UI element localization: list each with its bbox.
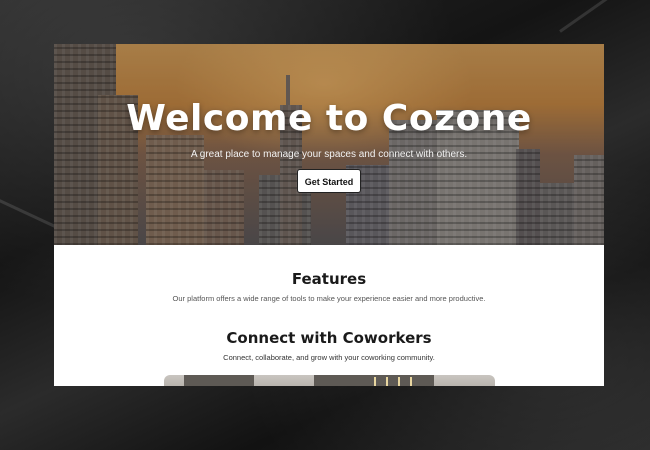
- hero-title: Welcome to Cozone: [126, 98, 532, 139]
- get-started-button[interactable]: Get Started: [297, 169, 361, 193]
- image-ceiling-beam: [184, 375, 254, 386]
- coworking-space-image: [164, 375, 495, 386]
- image-pendant-lamp: [374, 377, 376, 386]
- image-pendant-lamp: [386, 377, 388, 386]
- hero-section: Welcome to Cozone A great place to manag…: [54, 44, 604, 245]
- backdrop-light-streak: [559, 0, 650, 33]
- browser-viewport: Welcome to Cozone A great place to manag…: [54, 44, 604, 386]
- connect-description: Connect, collaborate, and grow with your…: [223, 353, 435, 362]
- features-heading: Features: [291, 270, 367, 288]
- connect-heading: Connect with Coworkers: [226, 329, 432, 347]
- features-description: Our platform offers a wide range of tool…: [172, 294, 486, 303]
- image-pendant-lamp: [398, 377, 400, 386]
- image-pendant-lamp: [410, 377, 412, 386]
- hero-dim-overlay: [54, 44, 604, 245]
- hero-subtitle: A great place to manage your spaces and …: [190, 149, 468, 160]
